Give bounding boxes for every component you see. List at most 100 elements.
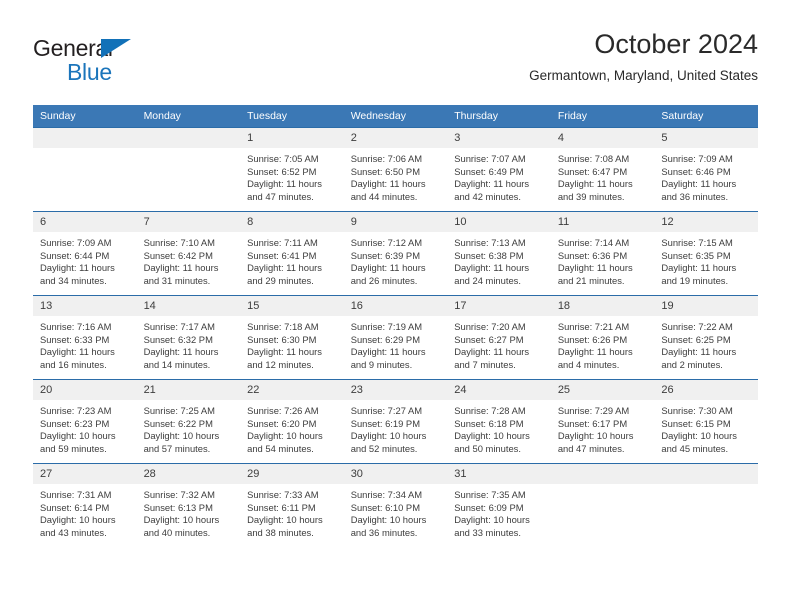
day-number: 27 [33, 464, 137, 484]
daylight-text-line1: Daylight: 10 hours [557, 430, 634, 442]
sunrise-text: Sunrise: 7:30 AM [661, 405, 733, 416]
general-blue-logo[interactable]: General Blue [33, 35, 213, 85]
calendar-day-cell[interactable]: 19 Sunrise: 7:22 AM Sunset: 6:25 PM Dayligh… [654, 295, 758, 380]
daylight-text-line1: Daylight: 10 hours [661, 430, 737, 442]
day-number [550, 464, 655, 484]
calendar-day-cell[interactable]: 28 Sunrise: 7:32 AM Sunset: 6:13 PM Dayligh… [136, 463, 241, 547]
calendar-day-cell[interactable]: 18 Sunrise: 7:21 AM Sunset: 6:26 PM Dayligh… [550, 295, 655, 380]
calendar-day-cell[interactable]: 22 Sunrise: 7:26 AM Sunset: 6:20 PM Dayligh… [240, 379, 344, 464]
daylight-text-line2: and 24 minutes. [454, 274, 521, 286]
sunrise-text: Sunrise: 7:07 AM [454, 153, 526, 164]
day-number: 9 [343, 212, 448, 232]
sunset-text: Sunset: 6:23 PM [40, 417, 110, 429]
page-header: General Blue October 2024 Germantown, Ma… [0, 0, 792, 100]
daylight-text-line2: and 12 minutes. [247, 358, 314, 370]
day-details: Sunrise: 7:11 AM Sunset: 6:41 PM Daylight:… [240, 232, 344, 287]
day-number: 31 [447, 464, 551, 484]
day-details: Sunrise: 7:31 AM Sunset: 6:14 PM Daylight:… [33, 484, 137, 539]
logo-triangle-icon [101, 39, 131, 58]
calendar-empty-cell [654, 463, 758, 547]
day-number: 2 [343, 128, 448, 148]
weekday-header-friday: Friday [550, 105, 655, 128]
calendar-day-cell[interactable]: 24 Sunrise: 7:28 AM Sunset: 6:18 PM Dayligh… [447, 379, 551, 464]
daylight-text-line2: and 43 minutes. [40, 526, 107, 538]
page-subtitle: Germantown, Maryland, United States [529, 68, 758, 83]
sunset-text: Sunset: 6:30 PM [247, 333, 317, 345]
calendar-day-cell[interactable]: 20 Sunrise: 7:23 AM Sunset: 6:23 PM Dayligh… [33, 379, 137, 464]
day-details: Sunrise: 7:29 AM Sunset: 6:17 PM Daylight:… [551, 400, 655, 455]
calendar-day-cell[interactable]: 16 Sunrise: 7:19 AM Sunset: 6:29 PM Dayligh… [343, 295, 448, 380]
sunset-text: Sunset: 6:17 PM [557, 417, 628, 429]
daylight-text-line2: and 7 minutes. [454, 358, 516, 370]
day-details: Sunrise: 7:14 AM Sunset: 6:36 PM Daylight:… [551, 232, 655, 287]
day-number: 20 [33, 380, 137, 400]
sunset-text: Sunset: 6:44 PM [40, 249, 110, 261]
logo-text-blue: Blue [67, 59, 112, 85]
sunset-text: Sunset: 6:42 PM [143, 249, 213, 261]
weekday-header-sunday: Sunday [33, 105, 137, 128]
calendar-day-cell[interactable]: 6 Sunrise: 7:09 AM Sunset: 6:44 PM Daylight… [33, 211, 137, 296]
sunrise-text: Sunrise: 7:14 AM [557, 237, 630, 248]
day-number: 14 [136, 296, 241, 316]
daylight-text-line2: and 39 minutes. [557, 190, 625, 202]
calendar-day-cell[interactable]: 13 Sunrise: 7:16 AM Sunset: 6:33 PM Dayligh… [33, 295, 137, 380]
calendar-day-cell[interactable]: 2 Sunrise: 7:06 AM Sunset: 6:50 PM Daylight… [343, 127, 448, 212]
daylight-text-line2: and 14 minutes. [143, 358, 211, 370]
day-number: 28 [136, 464, 241, 484]
calendar-day-cell[interactable]: 1 Sunrise: 7:05 AM Sunset: 6:52 PM Daylight… [240, 127, 344, 212]
sunrise-text: Sunrise: 7:23 AM [40, 405, 112, 416]
day-number: 15 [240, 296, 344, 316]
sunrise-text: Sunrise: 7:15 AM [661, 237, 733, 248]
calendar-day-cell[interactable]: 4 Sunrise: 7:08 AM Sunset: 6:47 PM Daylight… [550, 127, 655, 212]
calendar-day-cell[interactable]: 25 Sunrise: 7:29 AM Sunset: 6:17 PM Dayligh… [550, 379, 655, 464]
calendar-day-cell[interactable]: 10 Sunrise: 7:13 AM Sunset: 6:38 PM Dayligh… [447, 211, 551, 296]
calendar-day-cell[interactable]: 9 Sunrise: 7:12 AM Sunset: 6:39 PM Daylight… [343, 211, 448, 296]
day-details: Sunrise: 7:05 AM Sunset: 6:52 PM Daylight:… [240, 148, 344, 203]
daylight-text-line2: and 47 minutes. [557, 442, 625, 454]
sunrise-text: Sunrise: 7:19 AM [350, 321, 423, 332]
sunrise-text: Sunrise: 7:20 AM [454, 321, 526, 332]
calendar-day-cell[interactable]: 21 Sunrise: 7:25 AM Sunset: 6:22 PM Dayligh… [136, 379, 241, 464]
calendar-day-cell[interactable]: 17 Sunrise: 7:20 AM Sunset: 6:27 PM Dayligh… [447, 295, 551, 380]
day-number: 29 [240, 464, 344, 484]
daylight-text-line2: and 2 minutes. [661, 358, 723, 370]
calendar-day-cell[interactable]: 3 Sunrise: 7:07 AM Sunset: 6:49 PM Daylight… [447, 127, 551, 212]
calendar-body: 1 Sunrise: 7:05 AM Sunset: 6:52 PM Daylight… [33, 127, 758, 547]
sunrise-text: Sunrise: 7:18 AM [247, 321, 319, 332]
sunset-text: Sunset: 6:26 PM [557, 333, 628, 345]
daylight-text-line1: Daylight: 10 hours [350, 514, 427, 526]
day-details: Sunrise: 7:08 AM Sunset: 6:47 PM Daylight:… [551, 148, 655, 203]
calendar-header-row: Sunday Monday Tuesday Wednesday Thursday… [33, 105, 758, 128]
day-number: 26 [654, 380, 758, 400]
daylight-text-line2: and 36 minutes. [350, 526, 418, 538]
day-number: 11 [550, 212, 655, 232]
sunrise-text: Sunrise: 7:33 AM [247, 489, 319, 500]
daylight-text-line2: and 54 minutes. [247, 442, 314, 454]
calendar-day-cell[interactable]: 12 Sunrise: 7:15 AM Sunset: 6:35 PM Dayligh… [654, 211, 758, 296]
sunrise-text: Sunrise: 7:25 AM [143, 405, 215, 416]
day-number: 3 [447, 128, 551, 148]
sunset-text: Sunset: 6:41 PM [247, 249, 317, 261]
calendar-day-cell[interactable]: 26 Sunrise: 7:30 AM Sunset: 6:15 PM Dayligh… [654, 379, 758, 464]
calendar-day-cell[interactable]: 11 Sunrise: 7:14 AM Sunset: 6:36 PM Dayligh… [550, 211, 655, 296]
sunrise-text: Sunrise: 7:34 AM [350, 489, 423, 500]
logo-top-row: General [33, 35, 213, 61]
daylight-text-line1: Daylight: 11 hours [661, 346, 737, 358]
day-number: 12 [654, 212, 758, 232]
calendar-day-cell[interactable]: 5 Sunrise: 7:09 AM Sunset: 6:46 PM Daylight… [654, 127, 758, 212]
calendar-day-cell[interactable]: 23 Sunrise: 7:27 AM Sunset: 6:19 PM Dayligh… [343, 379, 448, 464]
daylight-text-line1: Daylight: 10 hours [247, 430, 323, 442]
calendar-day-cell[interactable]: 31 Sunrise: 7:35 AM Sunset: 6:09 PM Dayligh… [447, 463, 551, 547]
calendar-day-cell[interactable]: 14 Sunrise: 7:17 AM Sunset: 6:32 PM Dayligh… [136, 295, 241, 380]
daylight-text-line2: and 42 minutes. [454, 190, 521, 202]
calendar-day-cell[interactable]: 8 Sunrise: 7:11 AM Sunset: 6:41 PM Daylight… [240, 211, 344, 296]
day-number: 17 [447, 296, 551, 316]
calendar-day-cell[interactable]: 29 Sunrise: 7:33 AM Sunset: 6:11 PM Dayligh… [240, 463, 344, 547]
calendar-day-cell[interactable]: 15 Sunrise: 7:18 AM Sunset: 6:30 PM Dayligh… [240, 295, 344, 380]
calendar-day-cell[interactable]: 30 Sunrise: 7:34 AM Sunset: 6:10 PM Dayligh… [343, 463, 448, 547]
day-details: Sunrise: 7:22 AM Sunset: 6:25 PM Daylight:… [654, 316, 758, 371]
daylight-text-line1: Daylight: 11 hours [247, 346, 322, 358]
calendar-day-cell[interactable]: 27 Sunrise: 7:31 AM Sunset: 6:14 PM Dayligh… [33, 463, 137, 547]
sunset-text: Sunset: 6:35 PM [661, 249, 731, 261]
calendar-day-cell[interactable]: 7 Sunrise: 7:10 AM Sunset: 6:42 PM Daylight… [136, 211, 241, 296]
